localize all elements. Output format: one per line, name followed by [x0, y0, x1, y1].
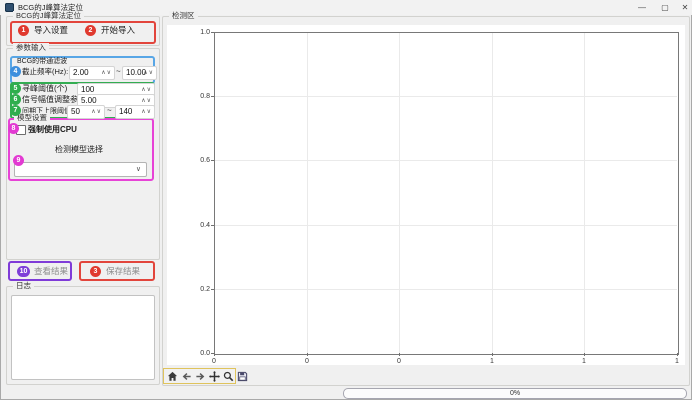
range-tilde: ~: [116, 66, 121, 78]
interval-low-spinbox[interactable]: 50 ∧∨: [67, 105, 105, 119]
model-select-combobox[interactable]: ∨: [14, 162, 147, 177]
x-tick-label: 0: [391, 358, 407, 366]
chevron-down-icon: ∨: [136, 165, 141, 173]
y-tick-label: 0.4: [192, 222, 210, 230]
minimize-button[interactable]: —: [633, 0, 651, 15]
x-tick-label: 1: [669, 358, 685, 366]
x-tick-label: 1: [484, 358, 500, 366]
interval-high-value: 140: [119, 106, 132, 118]
detection-group-title: 检测区: [169, 11, 198, 21]
y-tick-label: 0.0: [192, 350, 210, 358]
y-tick-mark: [211, 289, 214, 290]
plot-axes: [214, 32, 679, 355]
cutoff-low-spinbox[interactable]: 2.00 ∧∨: [69, 66, 115, 80]
progress-bar: 0%: [343, 388, 687, 399]
spin-down-icon: ∨: [149, 70, 154, 76]
log-textarea[interactable]: [11, 295, 155, 380]
x-tick-mark: [492, 353, 493, 356]
y-tick-mark: [211, 353, 214, 354]
progress-value: 0%: [510, 390, 520, 397]
y-tick-mark: [211, 160, 214, 161]
forward-arrow-icon[interactable]: [195, 370, 206, 382]
import-settings-button[interactable]: 导入设置: [34, 25, 68, 36]
interval-high-spinbox[interactable]: 140 ∧∨: [115, 105, 155, 119]
x-tick-label: 1: [576, 358, 592, 366]
x-tick-mark: [399, 353, 400, 356]
detection-group: 检测区 0001111.00.80.60.40.20.0: [162, 16, 690, 386]
params-group: 参数输入 BCG的带通滤波 4 截止频率(Hz): 2.00 ∧∨ ~ 10.0…: [6, 48, 160, 260]
cutoff-low-value: 2.00: [73, 67, 89, 79]
save-results-label: 保存结果: [106, 266, 140, 277]
y-tick-label: 0.6: [192, 157, 210, 165]
start-import-button[interactable]: 开始导入: [101, 25, 135, 36]
y-tick-mark: [211, 96, 214, 97]
save-icon[interactable]: [237, 370, 248, 382]
badge-8: 8: [8, 123, 19, 134]
title-bar: BCG的J峰算法定位 — ▢ ✕: [0, 0, 692, 15]
import-group: BCG的J峰算法定位 1 导入设置 2 开始导入: [6, 16, 160, 46]
badge-10: 10: [17, 266, 30, 277]
x-tick-mark: [584, 353, 585, 356]
model-group-title: 模型设置: [14, 113, 50, 123]
x-tick-label: 0: [299, 358, 315, 366]
badge-9: 9: [13, 155, 24, 166]
x-tick-mark: [214, 353, 215, 356]
interval-low-value: 50: [71, 106, 80, 118]
x-tick-label: 0: [206, 358, 222, 366]
spin-down-icon: ∨: [97, 109, 102, 115]
model-select-label: 检测模型选择: [8, 144, 150, 155]
badge-4: 4: [10, 66, 21, 77]
maximize-button[interactable]: ▢: [656, 0, 674, 15]
x-tick-mark: [677, 353, 678, 356]
y-tick-label: 1.0: [192, 29, 210, 37]
peak-threshold-label: 寻峰阈值(个): [22, 83, 67, 94]
import-group-title: BCG的J峰算法定位: [13, 11, 84, 21]
save-results-button[interactable]: 3 保存结果: [79, 261, 155, 281]
log-group: 日志: [6, 286, 160, 385]
home-icon[interactable]: [167, 370, 178, 382]
range-tilde: ~: [107, 105, 112, 117]
spin-down-icon: ∨: [147, 87, 152, 93]
spin-down-icon: ∨: [107, 70, 112, 76]
view-results-label: 查看结果: [34, 266, 68, 277]
zoom-icon[interactable]: [223, 370, 234, 382]
pan-icon[interactable]: [209, 370, 220, 382]
badge-3: 3: [90, 266, 101, 277]
spin-down-icon: ∨: [147, 98, 152, 104]
badge-5: 5: [10, 83, 21, 94]
badge-2: 2: [85, 25, 96, 36]
cutoff-high-spinbox[interactable]: 10.00 ∧∨: [122, 66, 157, 80]
cutoff-frequency-label: 截止频率(Hz):: [22, 66, 68, 77]
x-tick-mark: [307, 353, 308, 356]
view-results-button[interactable]: 10 查看结果: [8, 261, 72, 281]
params-group-title: 参数输入: [13, 43, 49, 53]
y-tick-mark: [211, 225, 214, 226]
y-tick-label: 0.2: [192, 286, 210, 294]
app-window: BCG的J峰算法定位 — ▢ ✕ BCG的J峰算法定位 1 导入设置 2 开始导…: [0, 0, 692, 400]
close-button[interactable]: ✕: [676, 0, 692, 15]
log-group-title: 日志: [13, 281, 34, 291]
badge-7: 7: [10, 105, 21, 116]
badge-1: 1: [18, 25, 29, 36]
plot-canvas[interactable]: 0 0 0 1 1 1 1.0 0.8 0.6 0.4 0.2 0.0: [167, 25, 685, 365]
y-tick-mark: [211, 32, 214, 33]
plot-toolbar: [163, 368, 236, 384]
back-arrow-icon[interactable]: [181, 370, 192, 382]
badge-6: 6: [10, 94, 21, 105]
y-tick-label: 0.8: [192, 93, 210, 101]
cpu-checkbox-label: 强制使用CPU: [28, 124, 77, 135]
spin-down-icon: ∨: [147, 109, 152, 115]
